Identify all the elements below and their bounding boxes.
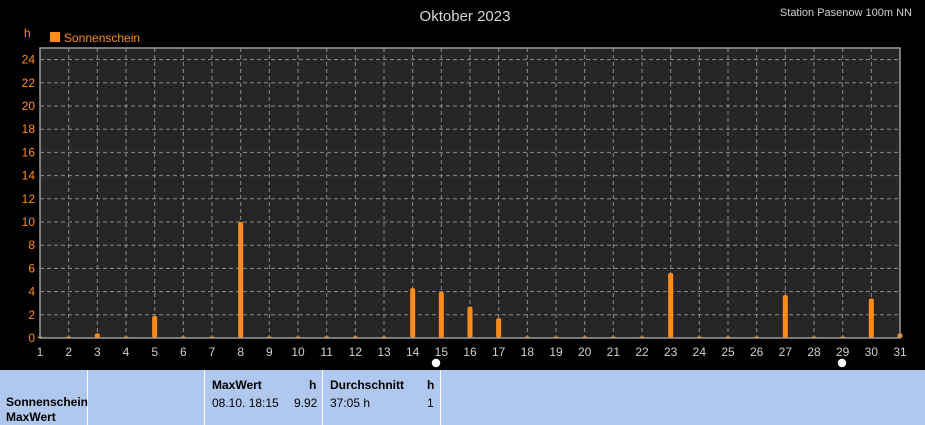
x-tick-label: 30 <box>865 345 879 359</box>
x-tick-label: 2 <box>65 345 72 359</box>
row-label-maxwert: MaxWert <box>6 410 56 424</box>
y-tick-label: 0 <box>28 331 35 345</box>
y-axis-unit: h <box>24 26 31 40</box>
maxwert-header: MaxWert <box>212 378 262 392</box>
x-tick-label: 5 <box>151 345 158 359</box>
row-label-sonnenschein: Sonnenschein <box>6 395 89 409</box>
y-tick-labels: 024681012141618202224 <box>22 53 36 345</box>
x-tick-label: 15 <box>435 345 449 359</box>
statistics-table: Sonnenschein MaxWert MaxWert h 08.10. 18… <box>0 370 925 425</box>
x-tick-label: 17 <box>492 345 506 359</box>
bar <box>668 273 674 338</box>
x-tick-label: 16 <box>463 345 477 359</box>
x-tick-label: 14 <box>406 345 420 359</box>
chart-title: Oktober 2023 <box>420 8 511 25</box>
row-label-cell: Sonnenschein MaxWert <box>0 370 88 425</box>
x-tick-label: 21 <box>607 345 621 359</box>
y-tick-label: 24 <box>22 53 36 67</box>
y-tick-label: 8 <box>28 238 35 252</box>
y-tick-label: 6 <box>28 261 35 275</box>
empty-cell <box>88 370 205 425</box>
x-tick-label: 12 <box>349 345 363 359</box>
x-tick-label: 29 <box>836 345 850 359</box>
x-tick-label: 10 <box>291 345 305 359</box>
maxwert-value: 9.92 <box>294 396 318 410</box>
x-tick-labels: 1 2 3 4 5 6 7 8 9 10 11 12 13 14 15 16 17 18 19 20 21 22 23 24 2… <box>37 345 907 359</box>
bar <box>410 288 416 338</box>
station-label: Station Pasenow 100m NN <box>780 7 912 19</box>
x-tick-label: 1 <box>37 345 44 359</box>
x-tick-label: 20 <box>578 345 592 359</box>
x-tick-label: 8 <box>237 345 244 359</box>
y-tick-label: 14 <box>22 169 36 183</box>
legend-swatch <box>50 32 60 42</box>
y-tick-label: 22 <box>22 76 36 90</box>
y-tick-label: 2 <box>28 308 35 322</box>
bar <box>782 295 788 338</box>
x-tick-label: 4 <box>123 345 130 359</box>
x-tick-label: 25 <box>721 345 735 359</box>
average-count: 1 <box>427 396 434 410</box>
y-tick-label: 18 <box>22 122 36 136</box>
y-tick-label: 10 <box>22 215 36 229</box>
average-header: Durchschnitt <box>330 378 405 392</box>
x-tick-label: 9 <box>266 345 273 359</box>
scroll-marker-icon[interactable] <box>430 357 442 369</box>
x-tick-label: 13 <box>377 345 391 359</box>
bar <box>496 318 502 338</box>
x-tick-label: 27 <box>779 345 793 359</box>
maxwert-date: 08.10. 18:15 <box>212 396 279 410</box>
y-tick-label: 16 <box>22 145 36 159</box>
bar <box>238 222 244 338</box>
maxwert-cell: MaxWert h 08.10. 18:15 9.92 <box>205 370 323 425</box>
x-tick-label: 24 <box>693 345 707 359</box>
x-tick-label: 26 <box>750 345 764 359</box>
x-tick-label: 3 <box>94 345 101 359</box>
average-value: 37:05 h <box>330 396 371 410</box>
scroll-marker-icon[interactable] <box>836 357 848 369</box>
bar <box>868 298 874 338</box>
y-tick-label: 12 <box>22 192 36 206</box>
x-tick-label: 23 <box>664 345 678 359</box>
x-tick-label: 6 <box>180 345 187 359</box>
chart-area: 0 2 4 6 8 10 12 14 16 18 20 22 24 1 2 3 4 5 6 7 8 9 10 11 12 13 1… <box>0 0 925 370</box>
maxwert-unit: h <box>309 378 317 392</box>
x-tick-label: 18 <box>521 345 535 359</box>
average-unit: h <box>427 378 435 392</box>
legend-label: Sonnenschein <box>64 31 140 45</box>
x-tick-label: 19 <box>549 345 563 359</box>
x-tick-label: 11 <box>320 345 333 359</box>
y-tick-label: 20 <box>22 99 36 113</box>
average-cell: Durchschnitt h 37:05 h 1 <box>323 370 441 425</box>
sunshine-chart: 024681012141618202224 1 2 3 4 5 6 7 8 9 10 11 12 13 1… <box>22 7 912 369</box>
y-tick-label: 4 <box>28 285 35 299</box>
x-tick-label: 7 <box>209 345 216 359</box>
x-tick-label: 31 <box>893 345 907 359</box>
x-tick-label: 28 <box>807 345 821 359</box>
bar <box>467 306 473 338</box>
x-tick-label: 22 <box>635 345 649 359</box>
bar <box>438 291 444 338</box>
bar <box>152 315 158 338</box>
